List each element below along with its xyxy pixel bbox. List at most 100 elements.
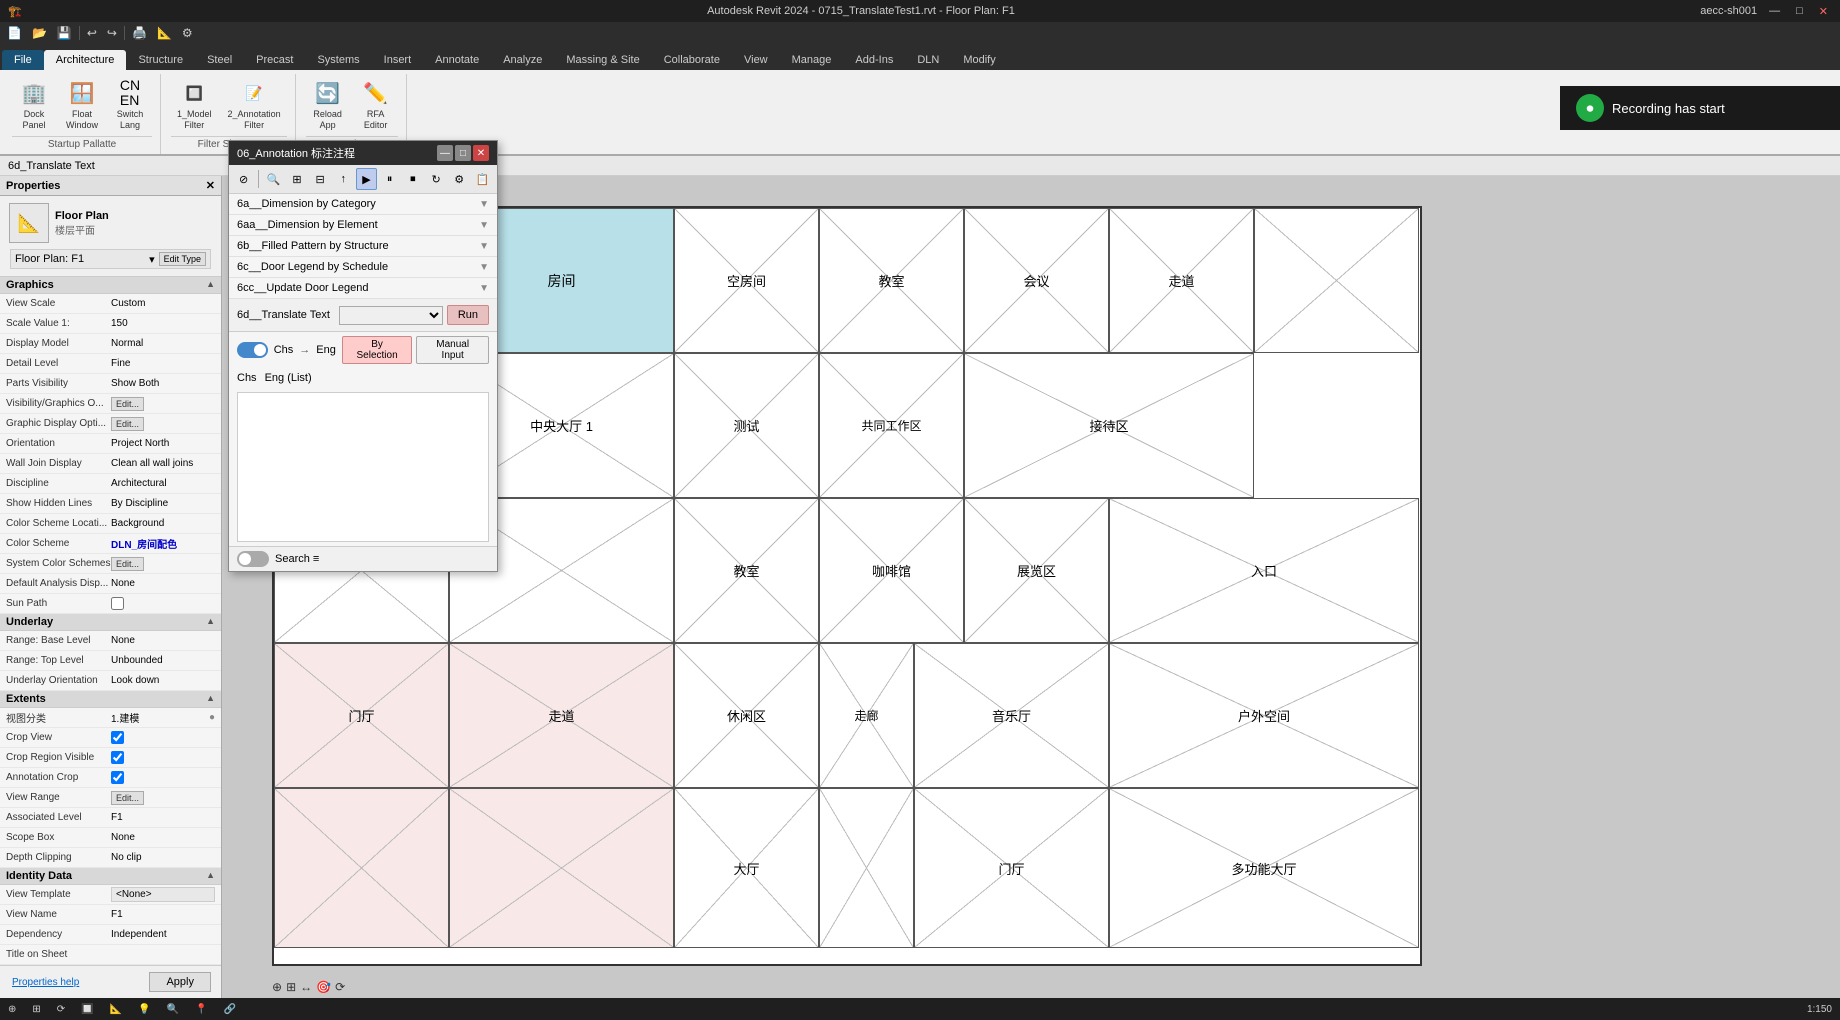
view-ctrl-2[interactable]: ⊞ [286,980,296,994]
status-icon-8[interactable]: 📍 [195,1004,207,1015]
qat-undo[interactable]: ↩ [84,24,100,42]
status-icon-9[interactable]: 🔗 [223,1004,235,1015]
ann-tool-4[interactable]: ⊟ [310,168,331,190]
tab-architecture[interactable]: Architecture [44,50,127,70]
search-toggle[interactable] [237,551,269,567]
qat-save[interactable]: 💾 [54,24,75,42]
annotation-crop-checkbox[interactable] [111,771,124,784]
ann-item-6c[interactable]: 6c__Door Legend by Schedule ▼ [229,257,497,278]
tab-structure[interactable]: Structure [126,50,195,70]
ann-tool-active[interactable]: ▶ [356,168,377,190]
crop-view-checkbox[interactable] [111,731,124,744]
annotation-close-btn[interactable]: ✕ [473,145,489,161]
prop-crop-region-visible: Crop Region Visible [0,748,221,768]
prop-sun-path: Sun Path [0,594,221,614]
view-ctrl-3[interactable]: ↔ [300,980,312,994]
visibility-edit-btn[interactable]: Edit... [111,397,144,411]
tab-addins[interactable]: Add-Ins [843,50,905,70]
status-icon-3[interactable]: ⟳ [57,1004,65,1015]
status-icon-4[interactable]: 🔲 [81,1004,93,1015]
tab-massing[interactable]: Massing & Site [554,50,651,70]
qat-settings[interactable]: ⚙ [179,24,196,42]
tab-collaborate[interactable]: Collaborate [652,50,732,70]
tab-precast[interactable]: Precast [244,50,305,70]
reload-app-btn[interactable]: 🔄 ReloadApp [306,74,350,134]
ann-tool-5[interactable]: ↑ [333,168,354,190]
extents-section-header[interactable]: Extents ▲ [0,691,221,708]
ann-tool-3[interactable]: ⊞ [286,168,307,190]
ann-tool-9[interactable]: ⚙ [449,168,470,190]
tab-systems[interactable]: Systems [305,50,371,70]
tab-file[interactable]: File [2,50,44,70]
view-ctrl-5[interactable]: ⟳ [335,980,345,994]
translate-select[interactable] [339,306,443,325]
chs-eng-toggle[interactable] [237,342,268,358]
qat-new[interactable]: 📄 [4,24,25,42]
crop-region-checkbox[interactable] [111,751,124,764]
tab-analyze[interactable]: Analyze [491,50,554,70]
qat-measure[interactable]: 📐 [154,24,175,42]
ann-item-6aa[interactable]: 6aa__Dimension by Element ▼ [229,215,497,236]
ann-item-6a[interactable]: 6a__Dimension by Category ▼ [229,194,497,215]
room-cell-15: 教室 [674,498,819,643]
ann-tool-8[interactable]: ↻ [425,168,446,190]
underlay-section-header[interactable]: Underlay ▲ [0,614,221,631]
annotation-filter-btn[interactable]: 📝 2_AnnotationFilter [222,74,287,134]
status-icon-1[interactable]: ⊕ [8,1004,16,1015]
identity-section-header[interactable]: Identity Data ▲ [0,868,221,885]
status-icon-2[interactable]: ⊞ [32,1004,40,1015]
sun-path-checkbox[interactable] [111,597,124,610]
float-window-btn[interactable]: 🪟 FloatWindow [60,74,104,134]
prop-view-range: View Range Edit... [0,788,221,808]
properties-apply-btn[interactable]: Apply [149,972,211,992]
status-icon-5[interactable]: 📐 [110,1004,122,1015]
view-ctrl-1[interactable]: ⊕ [272,980,282,994]
view-range-edit-btn[interactable]: Edit... [111,791,144,805]
qat-print[interactable]: 🖨️ [129,24,150,42]
ann-tool-10[interactable]: 📋 [472,168,493,190]
view-controls: ⊕ ⊞ ↔ 🎯 ⟳ [272,980,345,994]
graphics-section-header[interactable]: Graphics ▲ [0,277,221,294]
translate-run-btn[interactable]: Run [447,305,489,325]
ann-tool-2[interactable]: 🔍 [263,168,284,190]
tab-steel[interactable]: Steel [195,50,244,70]
manual-input-btn[interactable]: Manual Input [416,336,489,364]
ann-tool-7[interactable]: ⏹ [402,168,423,190]
close-btn[interactable]: ✕ [1815,5,1832,18]
properties-help-link[interactable]: Properties help [4,973,87,992]
qat-open[interactable]: 📂 [29,24,50,42]
status-icon-6[interactable]: 💡 [138,1004,150,1015]
eng-label: Eng [316,344,336,356]
identity-arrow: ▲ [206,870,215,882]
room-cell-16: 咖啡馆 [819,498,964,643]
rfa-editor-btn[interactable]: ✏️ RFAEditor [354,74,398,134]
model-filter-btn[interactable]: 🔲 1_ModelFilter [171,74,218,134]
ann-item-6b[interactable]: 6b__Filled Pattern by Structure ▼ [229,236,497,257]
tab-insert[interactable]: Insert [372,50,424,70]
ann-item-6cc[interactable]: 6cc__Update Door Legend ▼ [229,278,497,299]
restore-btn[interactable]: □ [1792,5,1807,17]
annotation-maximize-btn[interactable]: □ [455,145,471,161]
status-icon-7[interactable]: 🔍 [167,1004,179,1015]
view-ctrl-4[interactable]: 🎯 [316,980,331,994]
annotation-minimize-btn[interactable]: — [437,145,453,161]
minimize-btn[interactable]: — [1765,5,1784,17]
dock-panel-btn[interactable]: 🏢 DockPanel [12,74,56,134]
ann-tool-1[interactable]: ⊘ [233,168,254,190]
edit-type-btn[interactable]: Edit Type [159,252,206,266]
room-cell-4: 教室 [819,208,964,353]
system-colors-edit-btn[interactable]: Edit... [111,557,144,571]
properties-close-icon[interactable]: ✕ [206,179,215,192]
switch-lang-btn[interactable]: CNEN SwitchLang [108,74,152,134]
ann-tool-6[interactable]: ⏸ [379,168,400,190]
tab-annotate[interactable]: Annotate [423,50,491,70]
view-selector-dropdown[interactable]: ▾ [149,253,155,266]
tab-manage[interactable]: Manage [780,50,844,70]
by-selection-btn[interactable]: By Selection [342,336,413,364]
view-selector-value: Floor Plan: F1 [15,253,145,265]
tab-modify[interactable]: Modify [951,50,1007,70]
tab-view[interactable]: View [732,50,780,70]
tab-dln[interactable]: DLN [905,50,951,70]
qat-redo[interactable]: ↪ [104,24,120,42]
graphic-display-edit-btn[interactable]: Edit... [111,417,144,431]
